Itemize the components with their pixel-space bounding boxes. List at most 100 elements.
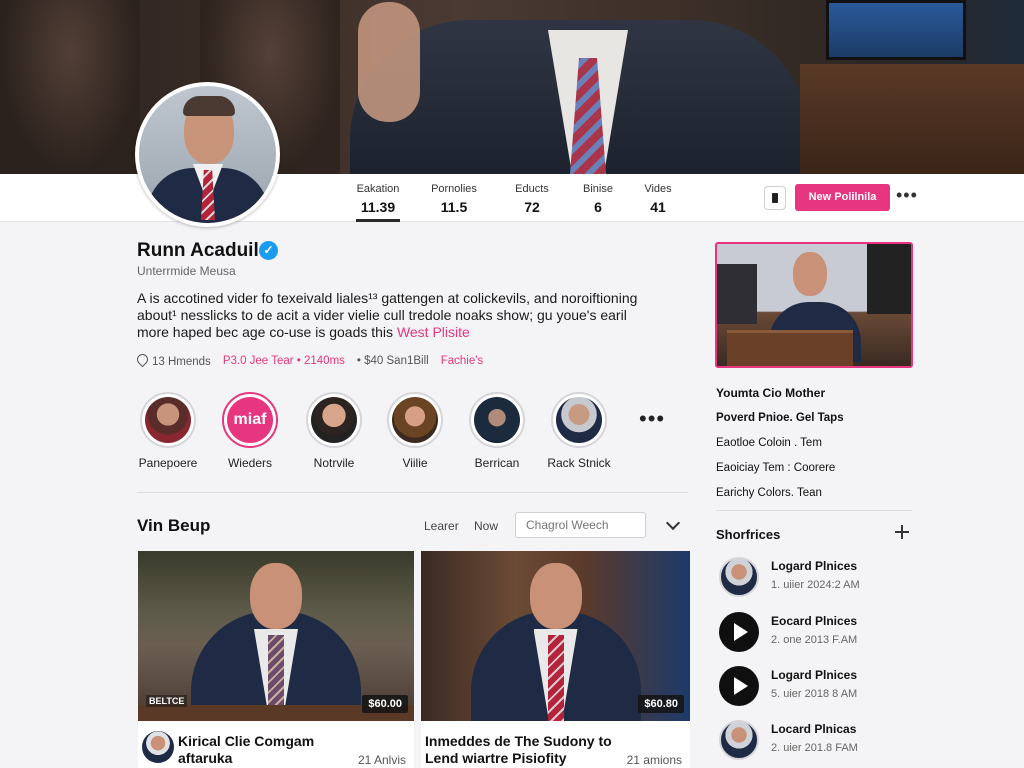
stat-tab-educts[interactable]: Educts 72 <box>496 174 568 222</box>
stat-label: Pornolies <box>431 183 477 195</box>
story-ring: miaf <box>222 392 278 448</box>
videos-section-title: Vin Beup <box>137 516 211 535</box>
story-label: Rack Stnick <box>547 456 611 470</box>
list-item[interactable]: Earichy Colors. Tean <box>716 485 916 510</box>
add-icon[interactable] <box>895 525 909 539</box>
cover-monitor <box>826 0 966 60</box>
shorts-item[interactable]: Logard Plnices 1. uiier 2024:2 AM <box>719 557 919 603</box>
stat-value: 11.39 <box>360 199 396 215</box>
shorts-title[interactable]: Eocard Plnices <box>771 614 857 628</box>
story-ring <box>387 392 443 448</box>
list-item[interactable]: Eaoiciay Tem : Coorere <box>716 460 916 485</box>
stat-value: 72 <box>524 199 540 215</box>
stat-label: Eakation <box>356 183 400 195</box>
sort-link-learer[interactable]: Learer <box>424 519 459 533</box>
stories-more-icon[interactable]: ••• <box>639 406 665 432</box>
story-label: Notrvile <box>313 456 355 470</box>
story-label: Berrican <box>474 456 520 470</box>
highlight-stories: Panepoere miaf Wieders Notrvile Viilie B… <box>137 392 697 472</box>
story-avatar <box>556 397 602 443</box>
thumb-tie <box>547 635 564 721</box>
thumb-head <box>529 563 582 629</box>
shorts-avatar <box>719 557 759 597</box>
story-item[interactable]: miaf Wieders <box>215 392 285 470</box>
story-avatar <box>145 397 191 443</box>
cover-desk <box>800 64 1024 174</box>
story-avatar <box>474 397 520 443</box>
featured-bg-person <box>717 264 757 324</box>
video-thumbnail[interactable]: BELTCE $60.00 <box>138 551 414 721</box>
bio-link[interactable]: West Plisite <box>397 324 470 340</box>
video-thumbnail[interactable]: $60.80 <box>421 551 690 721</box>
profile-bio: A is accotined vider fo texeivald liales… <box>137 290 657 341</box>
story-label: Wieders <box>227 456 272 470</box>
story-label: Panepoere <box>138 456 198 470</box>
featured-video-thumbnail[interactable] <box>715 242 913 368</box>
meta-highlight[interactable]: P3.0 Jee Tear • 2140ms <box>223 355 345 367</box>
avatar-hair <box>183 96 235 116</box>
shorts-avatar <box>719 720 759 760</box>
videos-search-input[interactable] <box>515 512 646 538</box>
cover-hand <box>358 2 420 122</box>
stat-tab-vides[interactable]: Vides 41 <box>628 174 688 222</box>
shorts-section-title: Shorfrices <box>716 527 781 542</box>
list-item[interactable]: Poverd Pnioe. Gel Taps <box>716 410 916 435</box>
featured-details-list: Youmta Cio Mother Poverd Pnioe. Gel Taps… <box>716 385 916 510</box>
location-pin-icon <box>134 351 151 368</box>
chevron-down-icon[interactable] <box>665 515 681 531</box>
stat-value: 41 <box>650 199 666 215</box>
story-item[interactable]: Notrvile <box>299 392 369 470</box>
stat-label: Vides <box>644 183 672 195</box>
stat-tab-binise[interactable]: Binise 6 <box>568 174 628 222</box>
phone-icon[interactable] <box>764 186 786 210</box>
more-options-icon[interactable]: ••• <box>896 186 917 208</box>
channel-avatar[interactable] <box>142 731 174 763</box>
video-title[interactable]: Kirical Clie Comgam aftaruka <box>178 733 338 767</box>
video-card[interactable]: BELTCE $60.00 Kirical Clie Comgam aftaru… <box>138 551 414 768</box>
video-stat: 21 Anlvis <box>357 753 406 767</box>
video-duration-badge: $60.00 <box>362 695 408 713</box>
shorts-title[interactable]: Locard Plnicas <box>771 722 856 736</box>
meta-muted: • $40 San1Bill <box>356 355 429 367</box>
new-post-button[interactable]: New Polilnila <box>795 184 890 211</box>
video-info: Inmeddes de The Sudony to Lend wiartre P… <box>421 721 690 768</box>
stat-label: Educts <box>515 183 549 195</box>
sort-link-now[interactable]: Now <box>474 519 498 533</box>
featured-podium <box>727 330 853 366</box>
video-duration-badge: $60.80 <box>638 695 684 713</box>
play-icon[interactable] <box>719 612 759 652</box>
list-item[interactable]: Youmta Cio Mother <box>716 385 916 410</box>
video-title[interactable]: Inmeddes de The Sudony to Lend wiartre P… <box>425 733 635 767</box>
story-item[interactable]: Berrican <box>462 392 532 470</box>
location-text: 13 Hmends <box>152 356 211 368</box>
meta-highlight-2[interactable]: Fachie's <box>441 355 483 367</box>
list-item[interactable]: Eaotloe Coloin . Tem <box>716 435 916 460</box>
shorts-title[interactable]: Logard Plnices <box>771 559 857 573</box>
shorts-item[interactable]: Logard Plnices 5. uier 2018 8 AM <box>719 666 919 712</box>
section-divider <box>137 492 688 493</box>
play-icon[interactable] <box>719 666 759 706</box>
video-info: Kirical Clie Comgam aftaruka 21 Anlvis <box>138 721 414 768</box>
story-item[interactable]: Rack Stnick <box>544 392 614 470</box>
story-ring <box>306 392 362 448</box>
story-item[interactable]: Viilie <box>380 392 450 470</box>
story-avatar <box>311 397 357 443</box>
stat-tab-eakation[interactable]: Eakation 11.39 <box>350 174 406 222</box>
shorts-item[interactable]: Eocard Plnices 2. one 2013 F.AM <box>719 612 919 658</box>
story-ring <box>551 392 607 448</box>
shorts-title[interactable]: Logard Plnices <box>771 668 857 682</box>
stat-value: 6 <box>594 199 602 215</box>
network-logo: BELTCE <box>146 695 188 707</box>
profile-avatar[interactable] <box>135 82 280 227</box>
profile-stats: Eakation 11.39 Pornolies 11.5 Educts 72 … <box>350 174 688 222</box>
video-card[interactable]: $60.80 Inmeddes de The Sudony to Lend wi… <box>421 551 690 768</box>
shorts-date: 5. uier 2018 8 AM <box>771 688 858 700</box>
stat-tab-pornolies[interactable]: Pornolies 11.5 <box>412 174 496 222</box>
profile-handle: Unterrmide Meusa <box>137 264 236 278</box>
shorts-item[interactable]: Locard Plnicas 2. uier 201.8 FAM <box>719 720 919 766</box>
featured-speaker-head <box>793 252 827 296</box>
story-avatar <box>392 397 438 443</box>
stat-value: 11.5 <box>440 199 468 215</box>
profile-meta: 13 Hmends P3.0 Jee Tear • 2140ms • $40 S… <box>134 351 483 368</box>
story-item[interactable]: Panepoere <box>133 392 203 470</box>
